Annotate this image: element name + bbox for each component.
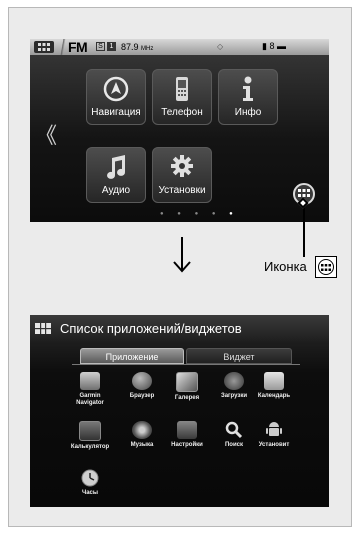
app-music[interactable]: Музыка [122, 421, 162, 449]
garmin-icon [80, 372, 100, 390]
frequency-unit: MHz [141, 46, 154, 52]
app-label: Часы [81, 490, 98, 496]
tile-navigation[interactable]: Навигация [86, 69, 146, 125]
callout-apps-icon [315, 256, 337, 278]
app-garmin[interactable]: Garmin Navigator [70, 372, 110, 407]
callout-label: Иконка [264, 259, 307, 274]
tile-phone[interactable]: Телефон [152, 69, 212, 125]
app-calendar[interactable]: Календарь [254, 372, 294, 400]
tile-label: Телефон [161, 107, 203, 118]
app-label: Браузер [129, 393, 155, 399]
app-label: Калькулятор [70, 444, 110, 450]
calendar-icon [264, 372, 284, 390]
page-dots-inactive: ● ● ● ● [160, 211, 222, 217]
apps-widgets-screen: Список приложений/виджетов Приложение Ви… [30, 315, 329, 507]
page-dot-active: ● [229, 211, 239, 217]
app-label: Поиск [224, 442, 243, 448]
page-indicator: ● ● ● ● ● [160, 211, 239, 217]
apps-tabs: Приложение Виджет [80, 348, 292, 364]
down-arrow-icon [172, 237, 192, 278]
phone-icon [153, 76, 211, 102]
app-gallery[interactable]: Галерея [167, 372, 207, 402]
status-bar: FM S 1 87.9 MHz ◇ ▮ 8 ▬ [30, 39, 329, 55]
tab-widgets[interactable]: Виджет [186, 348, 292, 364]
navigation-icon [87, 76, 145, 102]
gear-icon [153, 154, 211, 180]
search-icon [224, 421, 244, 439]
tile-label: Навигация [91, 107, 141, 118]
app-label: Настройки [171, 442, 203, 448]
app-browser[interactable]: Браузер [122, 372, 162, 400]
app-label: Установит [258, 442, 290, 448]
browser-icon [132, 372, 152, 390]
signal-diamond-icon: ◇ [217, 42, 224, 51]
gallery-icon [176, 372, 198, 392]
app-label: Garmin Navigator [76, 393, 104, 406]
app-calculator[interactable]: Калькулятор [70, 421, 110, 451]
app-label: Галерея [174, 395, 200, 401]
status-icons: ▮ 8 ▬ [262, 41, 286, 51]
home-grid-icon[interactable] [34, 41, 54, 53]
info-icon [219, 76, 277, 102]
tile-audio[interactable]: Аудио [86, 147, 146, 203]
page-left-arrow[interactable]: 《 [35, 125, 57, 147]
preset-indicator: 1 [107, 42, 116, 51]
apps-header: Список приложений/виджетов [30, 315, 329, 342]
music-note-icon [87, 154, 145, 180]
app-settings[interactable]: Настройки [167, 421, 207, 449]
callout-line [303, 203, 305, 257]
clock-icon [80, 469, 100, 487]
android-icon [264, 421, 284, 439]
music-icon [132, 421, 152, 439]
grid-icon[interactable] [35, 323, 51, 334]
app-downloads[interactable]: Загрузки [214, 372, 254, 400]
app-search[interactable]: Поиск [214, 421, 254, 449]
frequency-readout: 87.9 MHz [121, 42, 153, 52]
tile-label: Аудио [101, 185, 131, 196]
audio-source: FM [68, 39, 88, 55]
app-label: Загрузки [220, 393, 248, 399]
tile-label: Установки [158, 185, 206, 196]
stereo-indicator: S [96, 42, 105, 51]
download-icon [224, 372, 244, 390]
app-label: Музыка [130, 442, 154, 448]
frequency-value: 87.9 [121, 42, 139, 52]
home-screen: FM S 1 87.9 MHz ◇ ▮ 8 ▬ 《 Навигация Теле… [30, 39, 329, 222]
apps-title: Список приложений/виджетов [60, 321, 242, 336]
tile-settings[interactable]: Установки [152, 147, 212, 203]
app-label: Календарь [257, 393, 291, 399]
tab-underline [72, 364, 300, 365]
settings-icon [177, 421, 197, 439]
app-installer[interactable]: Установит [254, 421, 294, 449]
tile-info[interactable]: Инфо [218, 69, 278, 125]
app-clock[interactable]: Часы [70, 469, 110, 497]
status-divider [58, 39, 68, 55]
tab-apps[interactable]: Приложение [80, 348, 184, 364]
calculator-icon [79, 421, 101, 441]
tile-label: Инфо [234, 107, 262, 118]
